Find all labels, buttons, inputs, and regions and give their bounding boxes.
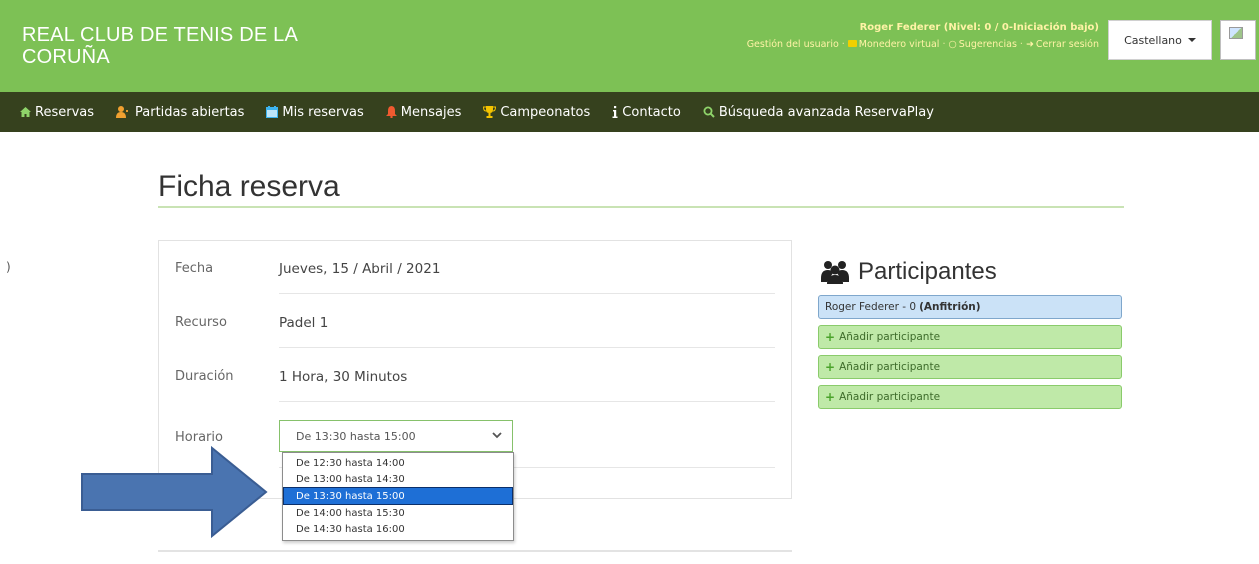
- link-separator: ·: [1019, 39, 1023, 50]
- nav-reservas[interactable]: Reservas: [20, 105, 94, 120]
- schedule-option[interactable]: De 14:30 hasta 16:00: [284, 521, 512, 537]
- link-separator: ·: [841, 39, 845, 50]
- nav-label: Reservas: [35, 104, 94, 120]
- nav-mensajes[interactable]: Mensajes: [385, 104, 462, 120]
- info-icon: [612, 106, 618, 118]
- trophy-icon: [483, 106, 497, 118]
- add-participant-button[interactable]: + Añadir participante: [818, 385, 1122, 409]
- detail-row-duracion: Duración 1 Hora, 30 Minutos: [159, 367, 791, 421]
- virtual-wallet-link[interactable]: Monedero virtual: [859, 39, 940, 50]
- detail-row-recurso: Recurso Padel 1: [159, 313, 791, 367]
- nav-label: Campeonatos: [500, 104, 591, 120]
- language-selector[interactable]: Castellano: [1108, 20, 1212, 60]
- detail-row-fecha: Fecha Jueves, 15 / Abril / 2021: [159, 257, 791, 311]
- schedule-options-list: De 12:30 hasta 14:00 De 13:00 hasta 14:3…: [282, 452, 514, 541]
- app-root: REAL CLUB DE TENIS DE LA CORUÑA Roger Fe…: [0, 0, 1259, 564]
- add-participant-button[interactable]: + Añadir participante: [818, 355, 1122, 379]
- detail-label: Recurso: [175, 315, 227, 330]
- top-header: REAL CLUB DE TENIS DE LA CORUÑA Roger Fe…: [0, 0, 1259, 92]
- nav-contacto[interactable]: Contacto: [612, 105, 681, 120]
- schedule-select[interactable]: De 13:30 hasta 15:00: [279, 420, 513, 452]
- detail-value: Jueves, 15 / Abril / 2021: [279, 261, 441, 277]
- detail-label: Duración: [175, 369, 234, 384]
- row-divider: [279, 347, 775, 348]
- logout-icon: ➜: [1025, 39, 1034, 50]
- users-icon: [116, 106, 128, 118]
- schedule-option[interactable]: De 13:00 hasta 14:30: [284, 471, 512, 487]
- nav-label: Contacto: [622, 104, 681, 120]
- add-participant-label: Añadir participante: [839, 331, 941, 343]
- user-links: Gestión del usuario · Monedero virtual · ○ Su…: [747, 39, 1099, 50]
- edge-mark: ): [6, 260, 11, 274]
- host-role: (Anfitrión): [919, 301, 981, 313]
- detail-value: Padel 1: [279, 315, 329, 331]
- user-name: Roger Federer (Nivel: 0 / 0-Iniciación b…: [859, 22, 1099, 33]
- nav-label: Partidas abiertas: [135, 104, 245, 120]
- chevron-down-icon: [492, 432, 502, 439]
- participant-host[interactable]: Roger Federer - 0 (Anfitrión): [818, 295, 1122, 319]
- schedule-option-selected[interactable]: De 13:30 hasta 15:00: [283, 487, 513, 505]
- schedule-option[interactable]: De 14:00 hasta 15:30: [284, 505, 512, 521]
- plus-icon: +: [825, 390, 836, 404]
- schedule-selected-value: De 13:30 hasta 15:00: [296, 429, 416, 443]
- row-divider: [279, 401, 775, 402]
- club-logo-text[interactable]: REAL CLUB DE TENIS DE LA CORUÑA: [22, 24, 342, 68]
- nav-label: Mis reservas: [282, 104, 364, 120]
- link-separator: ·: [942, 39, 946, 50]
- plus-icon: +: [825, 360, 836, 374]
- language-label: Castellano: [1124, 33, 1182, 47]
- nav-mis-reservas[interactable]: Mis reservas: [266, 104, 364, 120]
- page-title: Ficha reserva: [158, 170, 340, 203]
- comment-icon: ○: [948, 39, 957, 50]
- add-participant-label: Añadir participante: [839, 391, 941, 403]
- detail-label: Horario: [175, 430, 223, 445]
- main-navbar: Reservas Partidas abiertas Mis reservas …: [0, 92, 1259, 132]
- nav-label: Mensajes: [400, 104, 462, 120]
- participants-heading: Participantes: [820, 258, 997, 286]
- bottom-divider: [158, 550, 792, 552]
- bell-icon: [385, 106, 397, 118]
- plus-icon: +: [825, 330, 836, 344]
- nav-label: Búsqueda avanzada ReservaPlay: [718, 104, 934, 120]
- participants-title: Participantes: [858, 258, 997, 285]
- group-icon: [821, 261, 849, 284]
- add-participant-button[interactable]: + Añadir participante: [818, 325, 1122, 349]
- nav-campeonatos[interactable]: Campeonatos: [483, 105, 590, 120]
- caret-down-icon: [1187, 38, 1196, 42]
- detail-value: 1 Hora, 30 Minutos: [279, 369, 408, 385]
- broken-image-icon: [1220, 20, 1256, 60]
- nav-busqueda-avanzada[interactable]: Búsqueda avanzada ReservaPlay: [703, 105, 934, 120]
- schedule-option[interactable]: De 12:30 hasta 14:00: [284, 455, 512, 471]
- search-icon: [703, 106, 715, 118]
- wallet-icon: [847, 40, 857, 47]
- suggestions-link[interactable]: Sugerencias: [959, 39, 1017, 50]
- host-name: Roger Federer - 0: [825, 301, 917, 313]
- user-management-link[interactable]: Gestión del usuario: [747, 39, 839, 50]
- annotation-arrow-icon: [81, 445, 268, 539]
- title-divider: [158, 206, 1124, 208]
- add-participant-label: Añadir participante: [839, 361, 941, 373]
- logout-link[interactable]: Cerrar sesión: [1036, 39, 1099, 50]
- nav-partidas-abiertas[interactable]: Partidas abiertas: [116, 105, 244, 120]
- detail-label: Fecha: [175, 261, 214, 276]
- calendar-icon: [266, 106, 279, 118]
- row-divider: [279, 293, 775, 294]
- home-icon: [20, 107, 31, 117]
